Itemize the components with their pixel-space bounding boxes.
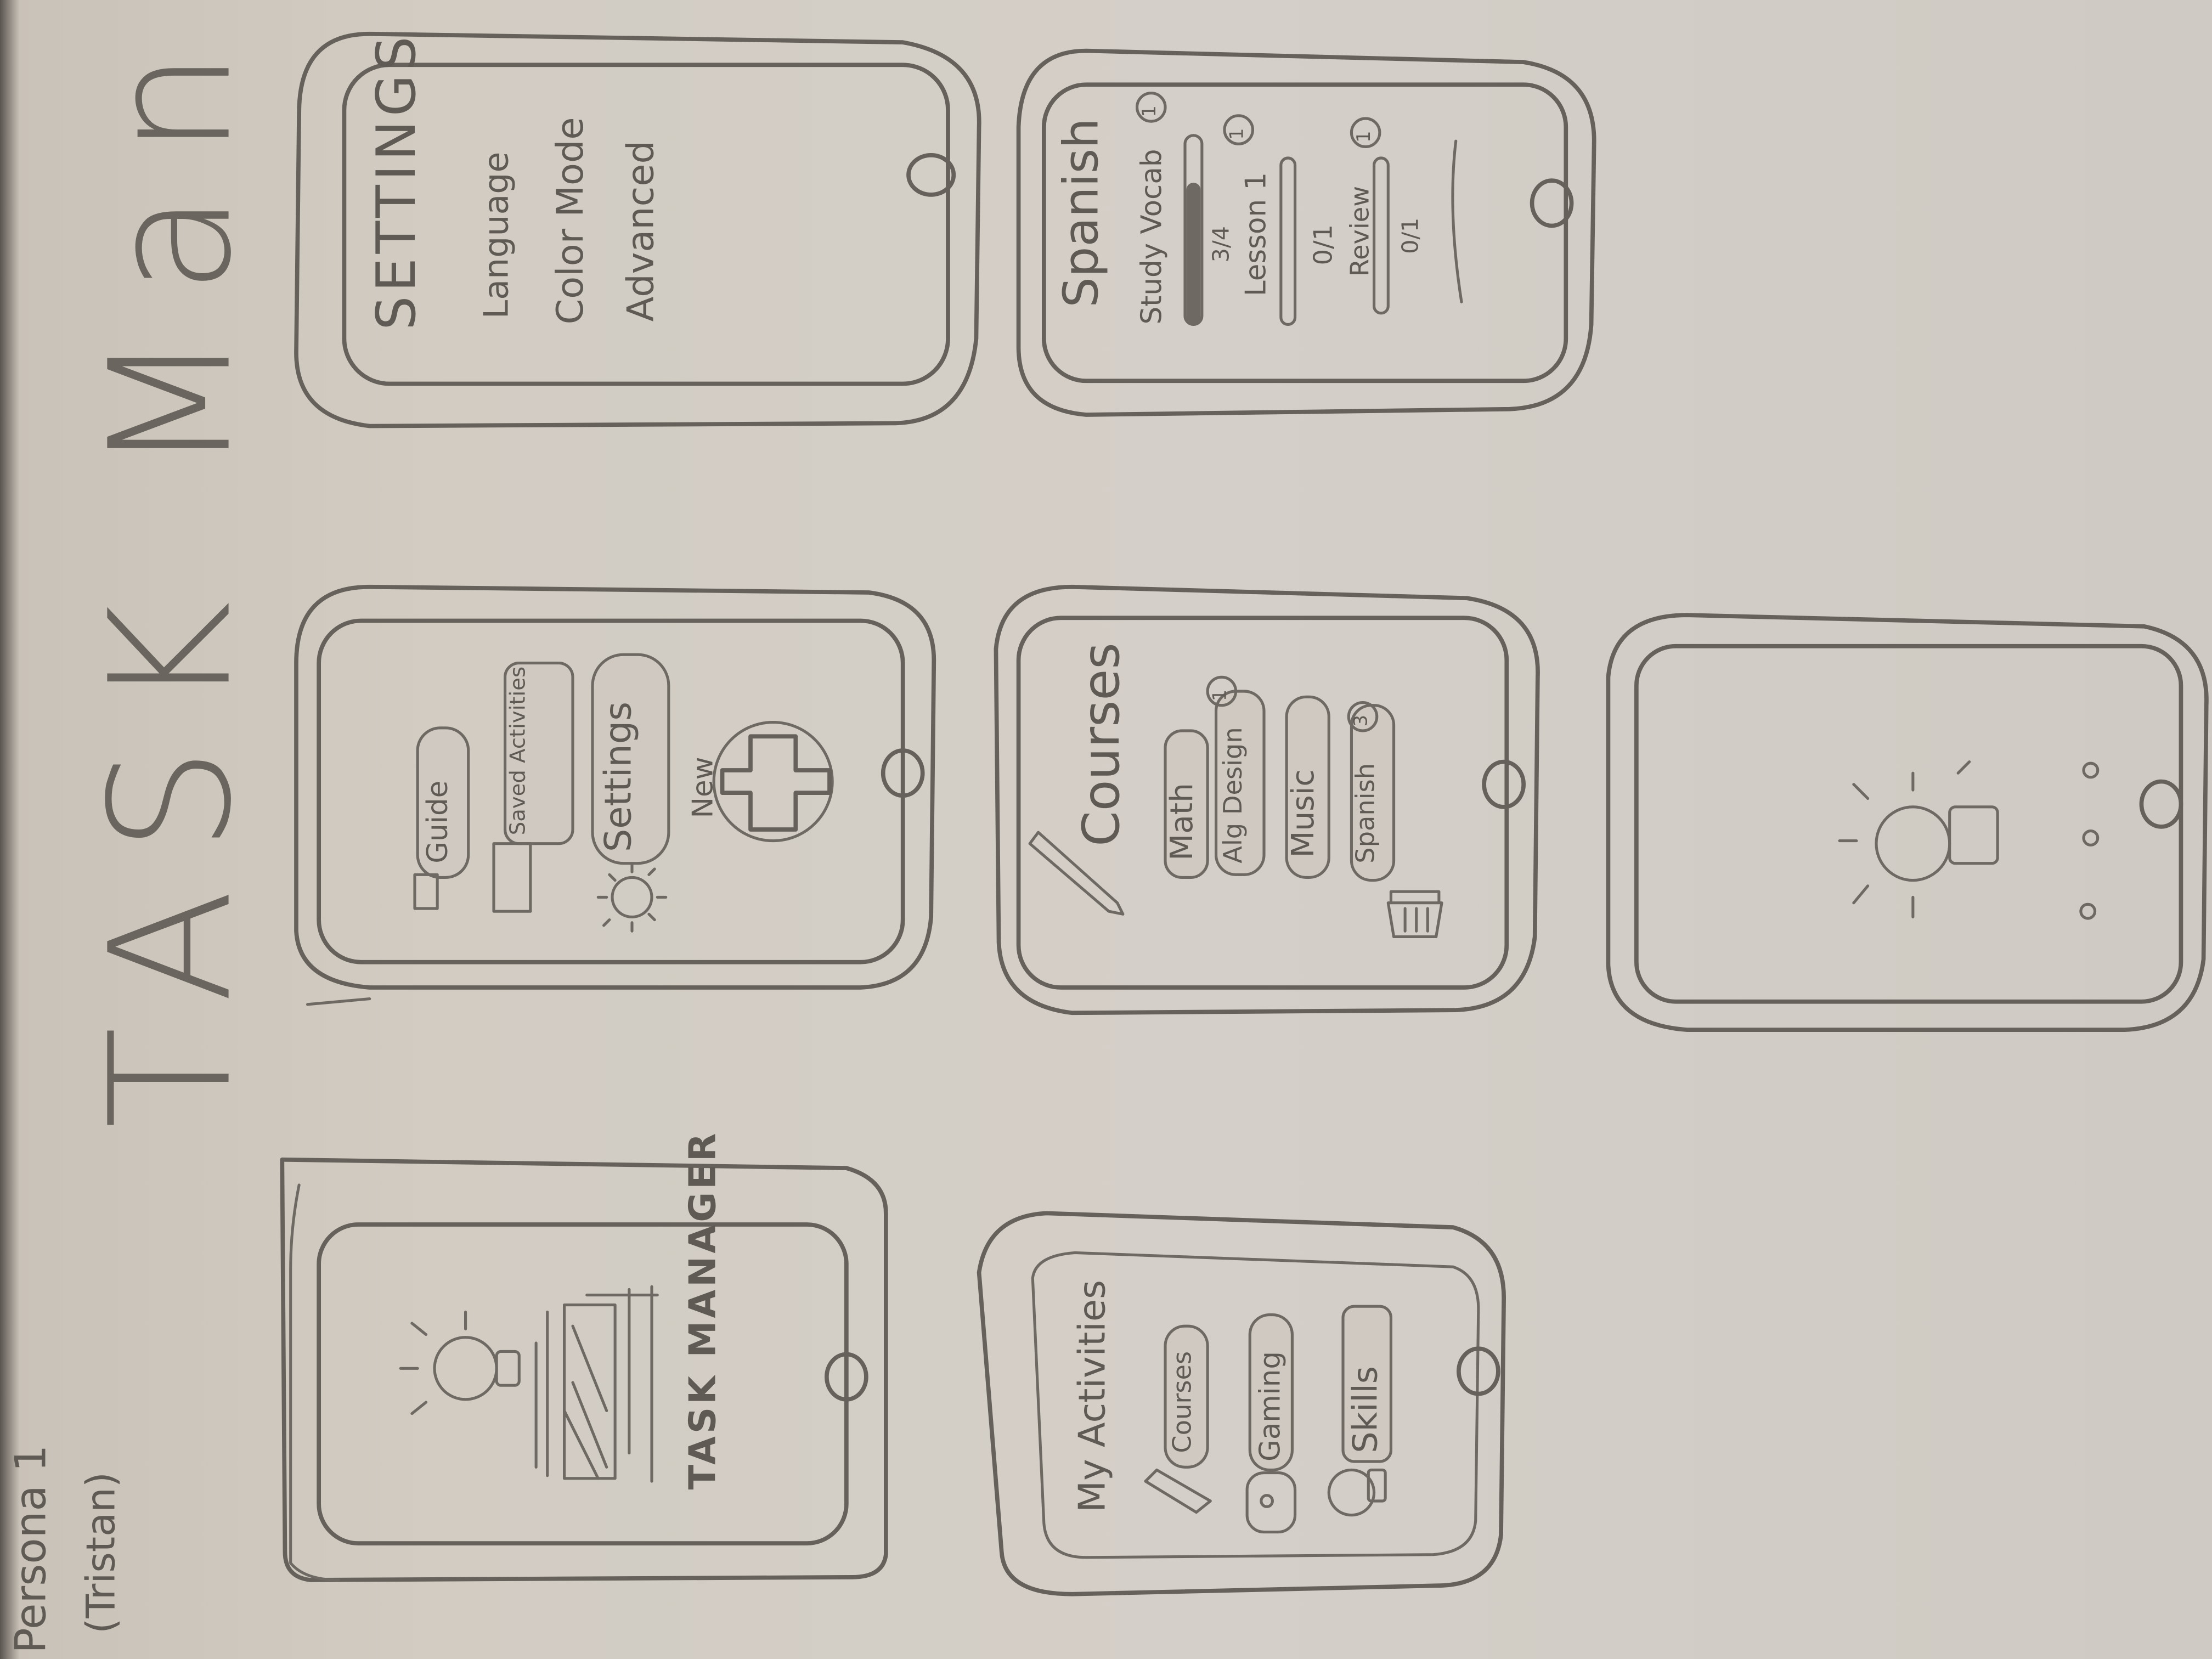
- new-plus-icon: [712, 720, 834, 843]
- page-indicator-dots: [2079, 761, 2100, 920]
- course-math-button[interactable]: Math: [1165, 783, 1200, 861]
- task-study-vocab-progress: 3/4: [1207, 226, 1234, 263]
- courses-title: Courses: [1073, 642, 1132, 847]
- alg-design-badge-count: 1: [1210, 689, 1232, 701]
- loading-phone-frame: [1606, 613, 2209, 1032]
- task-lesson-1-progress: 0/1: [1309, 224, 1339, 266]
- task-lesson-1[interactable]: Lesson 1: [1239, 172, 1273, 296]
- menu-settings-button[interactable]: Settings: [598, 702, 640, 852]
- activity-skills-button[interactable]: Skills: [1346, 1366, 1385, 1453]
- lesson-progress-track: [1279, 156, 1297, 326]
- menu-guide-button[interactable]: Guide: [420, 781, 454, 864]
- splash-brand: TASK MANAGER: [682, 1130, 725, 1490]
- course-spanish-button[interactable]: Spanish: [1351, 763, 1381, 864]
- study-vocab-progress-fill: [1186, 183, 1201, 325]
- spanish-badge-count: 3: [1351, 714, 1373, 727]
- task-review[interactable]: Review: [1346, 186, 1375, 276]
- lightbulb-icon: [1327, 1468, 1387, 1517]
- menu-new-label[interactable]: New: [686, 757, 720, 818]
- gamepad-icon: [1245, 1471, 1297, 1534]
- activities-title: My Activities: [1072, 1280, 1115, 1513]
- review-progress-track: [1372, 156, 1390, 315]
- task-review-progress: 0/1: [1396, 217, 1424, 254]
- settings-gear-icon: [596, 862, 668, 933]
- course-alg-design-button[interactable]: Alg Design: [1219, 727, 1249, 863]
- settings-language[interactable]: Language: [477, 152, 516, 319]
- course-music-button[interactable]: Music: [1286, 769, 1322, 857]
- pencil-icon: [1144, 1468, 1212, 1514]
- lightbulb-icon: [1838, 760, 1999, 918]
- bar-chart-icon: [534, 1285, 659, 1483]
- settings-title: SETTINGS: [365, 32, 428, 330]
- saved-activities-icon: [492, 842, 532, 913]
- guide-book-icon: [413, 873, 439, 910]
- task-review-badge: 1: [1354, 131, 1376, 143]
- activity-courses-button[interactable]: Courses: [1168, 1351, 1198, 1453]
- task-study-vocab-badge: 1: [1139, 105, 1161, 117]
- task-lesson-1-badge: 1: [1227, 128, 1249, 140]
- lightbulb-icon: [399, 1310, 521, 1415]
- sketch-page: Persona 1 (Tristan) TASK Manager TASK MA…: [0, 0, 2212, 1659]
- settings-advanced[interactable]: Advanced: [620, 140, 663, 321]
- activities-phone-frame: [977, 1211, 1506, 1596]
- activity-gaming-button[interactable]: Gaming: [1252, 1351, 1286, 1462]
- splash-phone-frame: [280, 1157, 888, 1582]
- trash-icon: [1386, 890, 1443, 938]
- spanish-title: Spanish: [1053, 118, 1110, 308]
- menu-saved-activities-button[interactable]: Saved Activities: [505, 667, 531, 835]
- settings-color-mode[interactable]: Color Mode: [550, 117, 592, 324]
- task-study-vocab[interactable]: Study Vocab: [1134, 149, 1168, 324]
- more-scribble: [1451, 139, 1463, 303]
